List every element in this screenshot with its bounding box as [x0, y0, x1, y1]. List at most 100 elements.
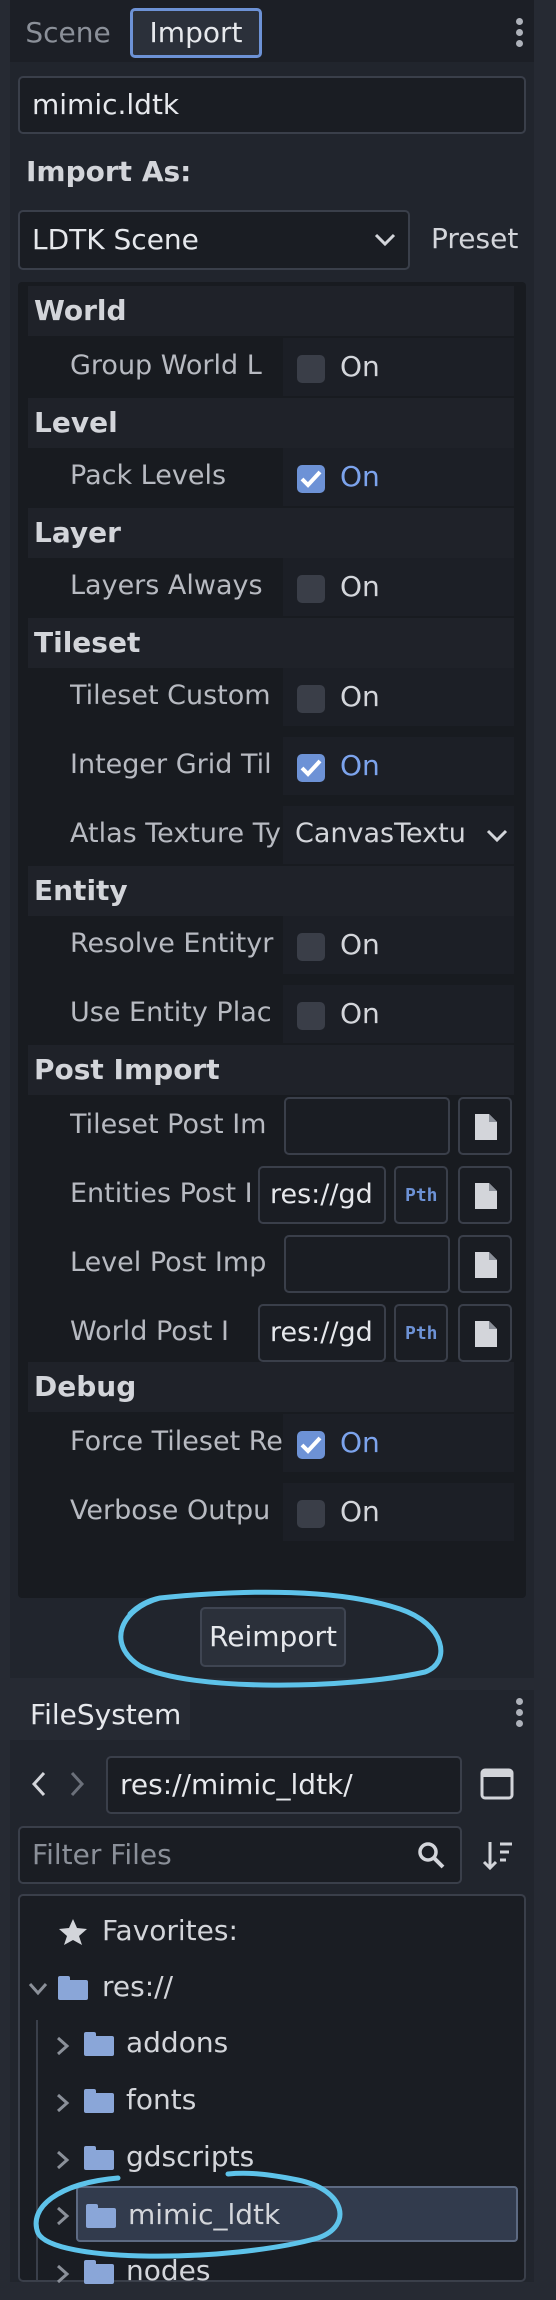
chevron-down-icon [486, 829, 508, 843]
checkbox-checked-icon [297, 754, 325, 782]
section-layer-title: Layer [34, 516, 121, 549]
atlas-texture-value: CanvasTextu [295, 818, 466, 849]
prop-world-post: World Post I res://gd Pth [28, 1304, 514, 1362]
prop-verbose-toggle[interactable]: On [283, 1483, 514, 1541]
import-as-select[interactable]: LDTK Scene [18, 210, 410, 270]
favorites-label: Favorites: [102, 1914, 238, 1947]
prop-pack-levels: Pack Levels On [28, 448, 514, 506]
toggle-label: On [340, 350, 380, 383]
chevron-right-icon [57, 2093, 70, 2113]
filter-files-input[interactable]: Filter Files [18, 1826, 462, 1884]
section-world: World [28, 286, 514, 336]
root-label: res:// [102, 1970, 174, 2003]
section-tileset: Tileset [28, 618, 514, 668]
forward-icon[interactable] [68, 1770, 86, 1798]
prop-label: Use Entity Plac [70, 997, 272, 1028]
split-view-icon[interactable] [480, 1768, 514, 1800]
prop-integer-grid-toggle[interactable]: On [283, 737, 514, 795]
prop-level-post: Level Post Imp [28, 1235, 514, 1293]
prop-label: Group World L [70, 350, 262, 381]
section-post-import: Post Import [28, 1045, 514, 1095]
prop-use-entity-toggle[interactable]: On [283, 985, 514, 1043]
prop-atlas-texture: Atlas Texture Ty CanvasTextu [28, 806, 514, 864]
tab-scene[interactable]: Scene [14, 8, 122, 58]
dock-menu-icon[interactable] [516, 18, 524, 51]
prop-verbose: Verbose Outpu On [28, 1483, 514, 1541]
prop-layers-always-toggle[interactable]: On [283, 558, 514, 616]
folder-label: fonts [126, 2083, 197, 2116]
toggle-label: On [340, 997, 380, 1030]
prop-label: Verbose Outpu [70, 1495, 271, 1526]
file-icon[interactable] [458, 1166, 512, 1224]
tree-res-root[interactable]: res:// [18, 1960, 526, 2016]
section-debug-title: Debug [34, 1370, 137, 1403]
section-level-title: Level [34, 406, 118, 439]
filter-placeholder: Filter Files [32, 1838, 172, 1871]
atlas-texture-select[interactable]: CanvasTextu [283, 806, 514, 864]
entities-post-import-field[interactable]: res://gd [258, 1166, 386, 1224]
section-entity-title: Entity [34, 874, 128, 907]
annotation-circle-reimport [118, 1589, 444, 1688]
prop-label: World Post I [70, 1316, 229, 1347]
prop-layers-always: Layers Always On [28, 558, 514, 616]
search-icon [418, 1842, 445, 1869]
checkbox-icon [297, 1500, 325, 1528]
toggle-label: On [340, 460, 380, 493]
prop-label: Resolve Entityr [70, 928, 274, 959]
tileset-post-import-field[interactable] [284, 1097, 450, 1155]
level-post-import-field[interactable] [284, 1235, 450, 1293]
folder-icon [84, 2146, 114, 2170]
checkbox-checked-icon [297, 1431, 325, 1459]
prop-label: Force Tileset Re [70, 1426, 283, 1457]
folder-icon [58, 1976, 88, 2000]
prop-resolve-entity-toggle[interactable]: On [283, 916, 514, 974]
prop-entities-post: Entities Post I res://gd Pth [28, 1166, 514, 1224]
sort-icon[interactable] [482, 1838, 514, 1872]
prop-resolve-entity: Resolve Entityr On [28, 916, 514, 974]
section-entity: Entity [28, 866, 514, 916]
checkbox-icon [297, 575, 325, 603]
path-field[interactable]: res://mimic_ldtk/ [106, 1756, 462, 1814]
checkbox-checked-icon [297, 465, 325, 493]
tree-favorites[interactable]: Favorites: [18, 1904, 526, 1960]
back-icon[interactable] [30, 1770, 48, 1798]
prop-label: Layers Always [70, 570, 263, 601]
preset-button[interactable]: Preset [431, 222, 518, 255]
prop-label: Level Post Imp [70, 1247, 267, 1278]
prop-group-world-toggle[interactable]: On [283, 338, 514, 396]
import-file-name: mimic.ldtk [18, 76, 526, 134]
section-world-title: World [34, 294, 127, 327]
prop-force-tileset-toggle[interactable]: On [283, 1414, 514, 1472]
chevron-down-icon [28, 1983, 48, 1996]
section-tileset-title: Tileset [34, 626, 141, 659]
section-layer: Layer [28, 508, 514, 558]
tree-folder-fonts[interactable]: fonts [18, 2073, 526, 2129]
prop-pack-levels-toggle[interactable]: On [283, 448, 514, 506]
tab-filesystem[interactable]: FileSystem [10, 1690, 190, 1740]
file-icon[interactable] [458, 1097, 512, 1155]
prop-tileset-custom-toggle[interactable]: On [283, 668, 514, 726]
prop-tileset-post: Tileset Post Im [28, 1097, 514, 1155]
prop-label: Atlas Texture Ty [70, 818, 281, 849]
checkbox-icon [297, 685, 325, 713]
toggle-label: On [340, 749, 380, 782]
annotation-circle-mimic-ldtk [33, 2170, 343, 2259]
file-icon[interactable] [458, 1235, 512, 1293]
tab-import[interactable]: Import [130, 8, 262, 58]
folder-icon [84, 2089, 114, 2113]
chevron-right-icon [57, 2036, 70, 2056]
toggle-label: On [340, 928, 380, 961]
file-icon[interactable] [458, 1304, 512, 1362]
script-path-button[interactable]: Pth [394, 1304, 448, 1362]
folder-icon [84, 2032, 114, 2056]
checkbox-icon [297, 1002, 325, 1030]
folder-label: addons [126, 2026, 229, 2059]
filesystem-menu-icon[interactable] [516, 1698, 524, 1731]
checkbox-icon [297, 933, 325, 961]
prop-use-entity: Use Entity Plac On [28, 985, 514, 1043]
script-path-button[interactable]: Pth [394, 1166, 448, 1224]
prop-label: Pack Levels [70, 460, 227, 491]
world-post-import-field[interactable]: res://gd [258, 1304, 386, 1362]
section-post-import-title: Post Import [34, 1053, 220, 1086]
tree-folder-addons[interactable]: addons [18, 2016, 526, 2072]
